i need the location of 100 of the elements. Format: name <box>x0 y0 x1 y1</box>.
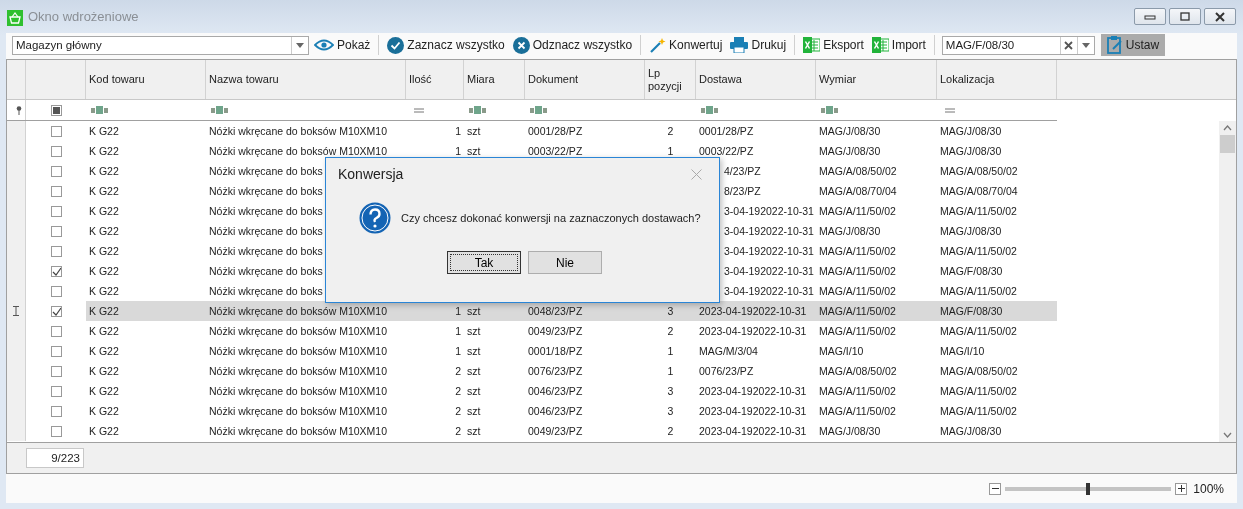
scroll-up-icon[interactable] <box>1223 125 1232 131</box>
table-cell: 2 <box>667 125 674 137</box>
column-header[interactable]: Lp pozycji <box>645 60 696 99</box>
text-filter-icon[interactable] <box>91 106 109 114</box>
table-row[interactable]: K G22 Nóżki wkręcane do boksów M10XM10 1 szt 0003/22/PZ 1 0003/22/PZ MAG/J/08/30 MAG/J/08/30 <box>7 141 1057 161</box>
table-row[interactable]: K G22 Nóżki wkręcane do boks 3-04-192022-10-31 MAG/A/11/50/02 MAG/A/11/50/02 <box>7 281 1057 301</box>
equals-filter-icon[interactable] <box>945 107 955 113</box>
minimize-button[interactable] <box>1134 8 1166 25</box>
slider-thumb[interactable] <box>1086 482 1091 495</box>
row-checkbox[interactable] <box>50 205 62 217</box>
equals-filter-icon[interactable] <box>414 107 424 113</box>
table-cell: K G22 <box>89 205 119 217</box>
toolbar-button[interactable]: Konwertuj <box>646 34 726 56</box>
close-icon[interactable] <box>691 168 702 180</box>
row-checkbox[interactable] <box>50 425 62 437</box>
caret-icon <box>1081 42 1090 48</box>
column-header[interactable]: Miara <box>464 60 525 99</box>
row-checkbox[interactable] <box>50 245 62 257</box>
table-cell: 1 <box>455 345 461 357</box>
row-checkbox[interactable] <box>50 145 62 157</box>
row-checkbox[interactable] <box>50 285 62 297</box>
table-row[interactable]: K G22 Nóżki wkręcane do boksów M10XM10 1 szt 0049/23/PZ 2 2023-04-192022-10-31 MAG/A/11/50/02 MAG/A/11/50/02 <box>7 321 1057 341</box>
table-cell: Nóżki wkręcane do boksów M10XM10 <box>209 325 387 337</box>
toolbar-button[interactable]: Import <box>868 34 929 56</box>
apply-button[interactable]: Ustaw <box>1100 34 1166 56</box>
table-cell: MAG/J/08/30 <box>819 145 881 157</box>
dialog-button[interactable]: Tak <box>447 251 521 274</box>
text-filter-icon[interactable] <box>530 106 548 114</box>
row-checkbox[interactable] <box>50 405 62 417</box>
table-cell: MAG/A/08/70/04 <box>940 185 1018 197</box>
zoom-reading: 100% <box>1193 481 1224 496</box>
column-header[interactable]: Lokalizacja <box>937 60 1057 99</box>
row-checkbox[interactable] <box>50 325 62 337</box>
toolbar-button[interactable]: Pokaż <box>311 34 374 56</box>
table-cell: 2 <box>455 385 461 397</box>
table-cell: MAG/A/11/50/02 <box>940 285 1017 297</box>
column-header[interactable]: Dostawa <box>696 60 816 99</box>
table-cell: K G22 <box>89 165 119 177</box>
scroll-thumb[interactable] <box>1220 135 1235 153</box>
warehouse-dropdown[interactable]: Magazyn główny <box>12 35 309 55</box>
row-checkbox[interactable] <box>50 165 62 177</box>
zoom-out-button[interactable] <box>989 482 1002 495</box>
table-cell: Nóżki wkręcane do boks <box>209 285 323 297</box>
table-cell: 2 <box>455 365 461 377</box>
toolbar-button[interactable]: Eksport <box>800 34 867 56</box>
text-filter-icon[interactable] <box>701 106 719 114</box>
dialog-button[interactable]: Nie <box>528 251 602 274</box>
column-header[interactable]: Ilość <box>406 60 464 99</box>
table-cell: MAG/J/08/30 <box>940 225 1002 237</box>
table-row[interactable]: K G22 Nóżki wkręcane do boksów M10XM10 2 szt 0046/23/PZ 3 2023-04-192022-10-31 MAG/A/11/50/02 MAG/A/11/50/02 <box>7 381 1057 401</box>
text-filter-icon[interactable] <box>821 106 839 114</box>
text-filter-icon[interactable] <box>469 106 487 114</box>
table-row[interactable]: K G22 Nóżki wkręcane do boksów M10XM10 1 szt 0048/23/PZ 3 2023-04-192022-10-31 MAG/A/11/50/02 MAG/F/08/30 <box>7 301 1057 321</box>
minimize-icon <box>1144 12 1156 21</box>
table-cell: Nóżki wkręcane do boks <box>209 265 323 277</box>
table-cell: MAG/A/08/50/02 <box>940 365 1018 377</box>
column-header[interactable]: Dokument <box>525 60 645 99</box>
row-checkbox[interactable] <box>50 125 62 137</box>
row-checkbox[interactable] <box>50 365 62 377</box>
table-cell: MAG/J/08/30 <box>940 125 1002 137</box>
row-checkbox[interactable] <box>50 185 62 197</box>
scrollbar[interactable] <box>1219 121 1236 442</box>
table-row[interactable]: K G22 Nóżki wkręcane do boks 8/23/PZ MAG/A/08/70/04 MAG/A/08/70/04 <box>7 181 1057 201</box>
table-cell: 1 <box>455 125 461 137</box>
table-cell: 0003/22/PZ <box>699 145 754 157</box>
table-row[interactable]: K G22 Nóżki wkręcane do boksów M10XM10 2 szt 0046/23/PZ 3 2023-04-192022-10-31 MAG/A/11/50/02 MAG/A/11/50/02 <box>7 401 1057 421</box>
table-cell: MAG/A/11/50/02 <box>819 385 896 397</box>
row-checkbox[interactable] <box>50 305 62 317</box>
table-cell: 2 <box>667 325 674 337</box>
toolbar-button[interactable]: Zaznacz wszystko <box>384 34 508 56</box>
basket-icon <box>7 9 23 26</box>
column-header[interactable]: Kod towaru <box>86 60 206 99</box>
column-header[interactable]: Wymiar <box>816 60 937 99</box>
scroll-down-icon[interactable] <box>1223 432 1232 438</box>
printer-icon <box>730 37 749 53</box>
close-button[interactable] <box>1204 8 1236 25</box>
table-cell: MAG/A/08/50/02 <box>940 165 1018 177</box>
select-all-checkbox[interactable] <box>50 104 62 116</box>
row-checkbox[interactable] <box>50 265 62 277</box>
table-row[interactable]: K G22 Nóżki wkręcane do boksów M10XM10 2 szt 0076/23/PZ 1 0076/23/PZ MAG/A/08/50/02 MAG/A/08/50/02 <box>7 361 1057 381</box>
location-field[interactable]: MAG/F/08/30 <box>941 35 1095 55</box>
table-row[interactable]: K G22 Nóżki wkręcane do boksów M10XM10 1 szt 0001/18/PZ 1 MAG/M/3/04 MAG/I/10 MAG/I/10 <box>7 341 1057 361</box>
table-cell: MAG/A/08/50/02 <box>819 365 897 377</box>
toolbar-button[interactable]: Odznacz wszystko <box>509 34 636 56</box>
restore-icon <box>1179 11 1191 22</box>
row-checkbox[interactable] <box>50 385 62 397</box>
table-row[interactable]: K G22 Nóżki wkręcane do boksów M10XM10 1 szt 0001/28/PZ 2 0001/28/PZ MAG/J/08/30 MAG/J/08/30 <box>7 121 1057 141</box>
restore-button[interactable] <box>1169 8 1201 25</box>
spreadsheet-icon <box>871 37 889 53</box>
column-header[interactable]: Nazwa towaru <box>206 60 406 99</box>
row-checkbox[interactable] <box>50 225 62 237</box>
table-cell: MAG/I/10 <box>819 345 864 357</box>
question-icon <box>359 202 391 234</box>
toolbar-button[interactable]: Drukuj <box>727 34 790 56</box>
zoom-in-button[interactable] <box>1175 482 1188 495</box>
table-row[interactable]: K G22 Nóżki wkręcane do boksów M10XM10 2 szt 0049/23/PZ 2 2023-04-192022-10-31 MAG/J/08/30 MAG/J/08/30 <box>7 421 1057 441</box>
table-cell: MAG/A/11/50/02 <box>940 245 1017 257</box>
row-checkbox[interactable] <box>50 345 62 357</box>
text-filter-icon[interactable] <box>211 106 229 114</box>
table-cell: 4/23/PZ <box>724 165 761 177</box>
